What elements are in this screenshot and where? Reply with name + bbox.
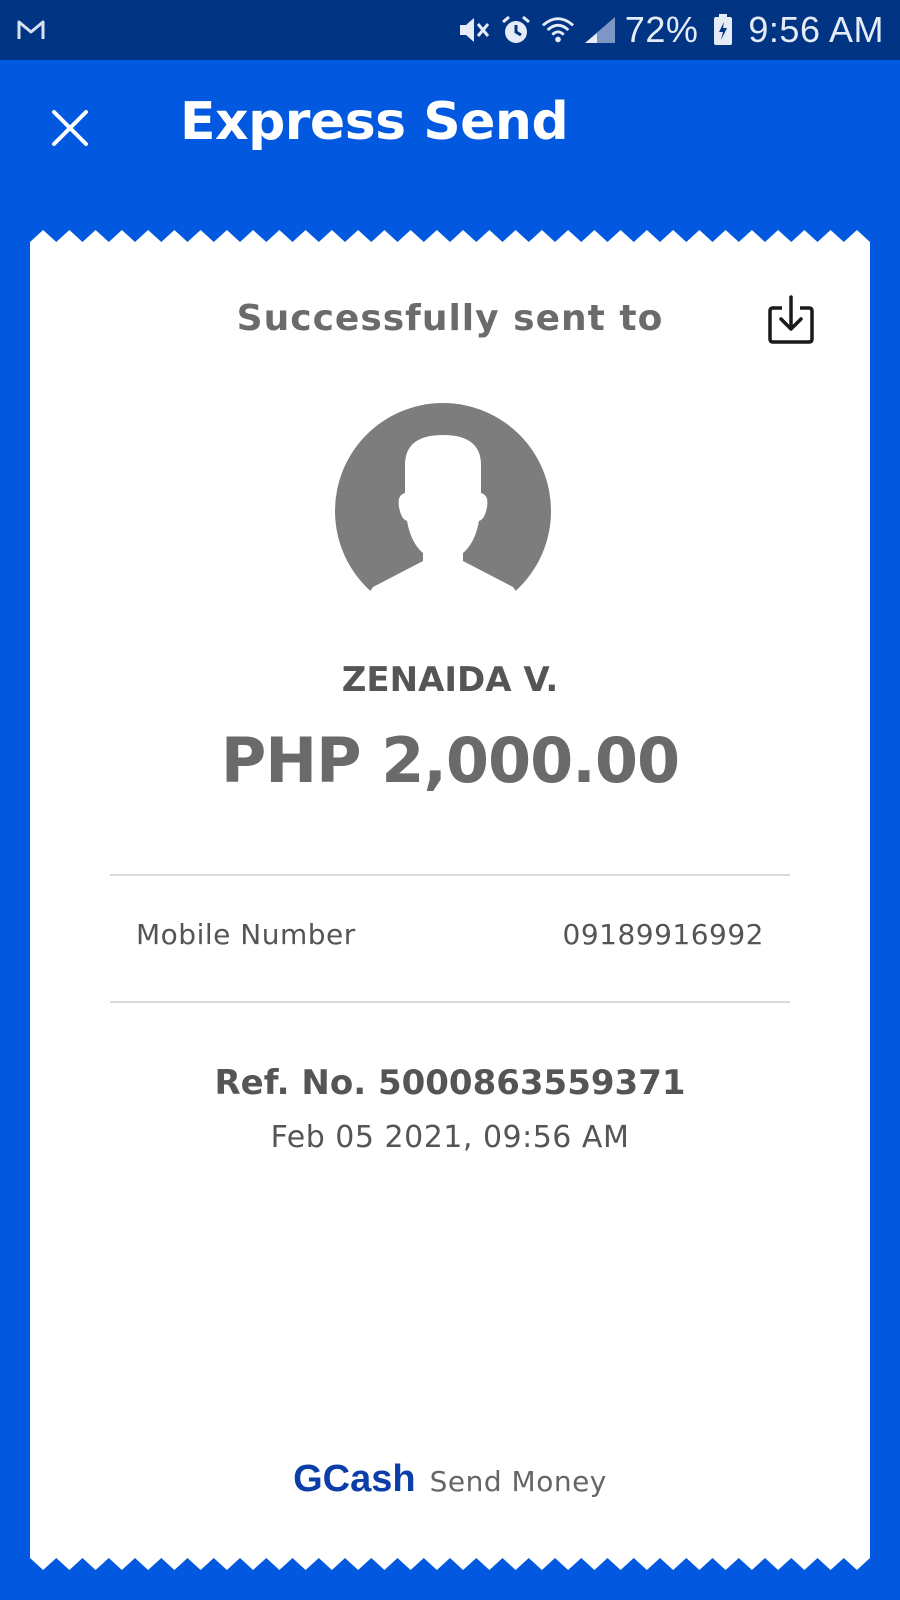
- footer-subtitle: Send Money: [429, 1465, 607, 1498]
- app-header: Express Send: [0, 60, 900, 200]
- close-icon: [52, 110, 88, 146]
- mute-icon: [457, 13, 491, 47]
- page-title: Express Send: [180, 92, 569, 152]
- download-receipt-button[interactable]: [766, 294, 816, 346]
- signal-icon: [583, 13, 617, 47]
- divider: [110, 874, 790, 876]
- receipt-card: Successfully sent to ZENAIDA V. PHP 2,00…: [30, 230, 870, 1570]
- amount-sent: PHP 2,000.00: [220, 724, 680, 797]
- mobile-number-value: 09189916992: [562, 918, 764, 951]
- avatar-placeholder-icon: [335, 403, 551, 623]
- battery-icon: [706, 13, 740, 47]
- status-bar: 72% 9:56 AM: [0, 0, 900, 60]
- download-icon: [768, 295, 814, 344]
- reference-number: Ref. No. 5000863559371: [214, 1063, 686, 1103]
- alarm-icon: [499, 13, 533, 47]
- mobile-number-label: Mobile Number: [136, 918, 356, 951]
- gcash-logo-text: GCash: [293, 1458, 416, 1500]
- recipient-name: ZENAIDA V.: [341, 660, 559, 700]
- gmail-icon: [14, 13, 48, 47]
- battery-percent: 72%: [624, 9, 699, 50]
- status-time: 9:56 AM: [748, 9, 884, 50]
- wifi-icon: [541, 13, 575, 47]
- close-button[interactable]: [44, 102, 96, 154]
- success-heading: Successfully sent to: [236, 298, 664, 339]
- footer-brand: GCash Send Money: [30, 1458, 870, 1501]
- avatar: [335, 403, 551, 623]
- transaction-date: Feb 05 2021, 09:56 AM: [270, 1120, 630, 1155]
- divider: [110, 1001, 790, 1003]
